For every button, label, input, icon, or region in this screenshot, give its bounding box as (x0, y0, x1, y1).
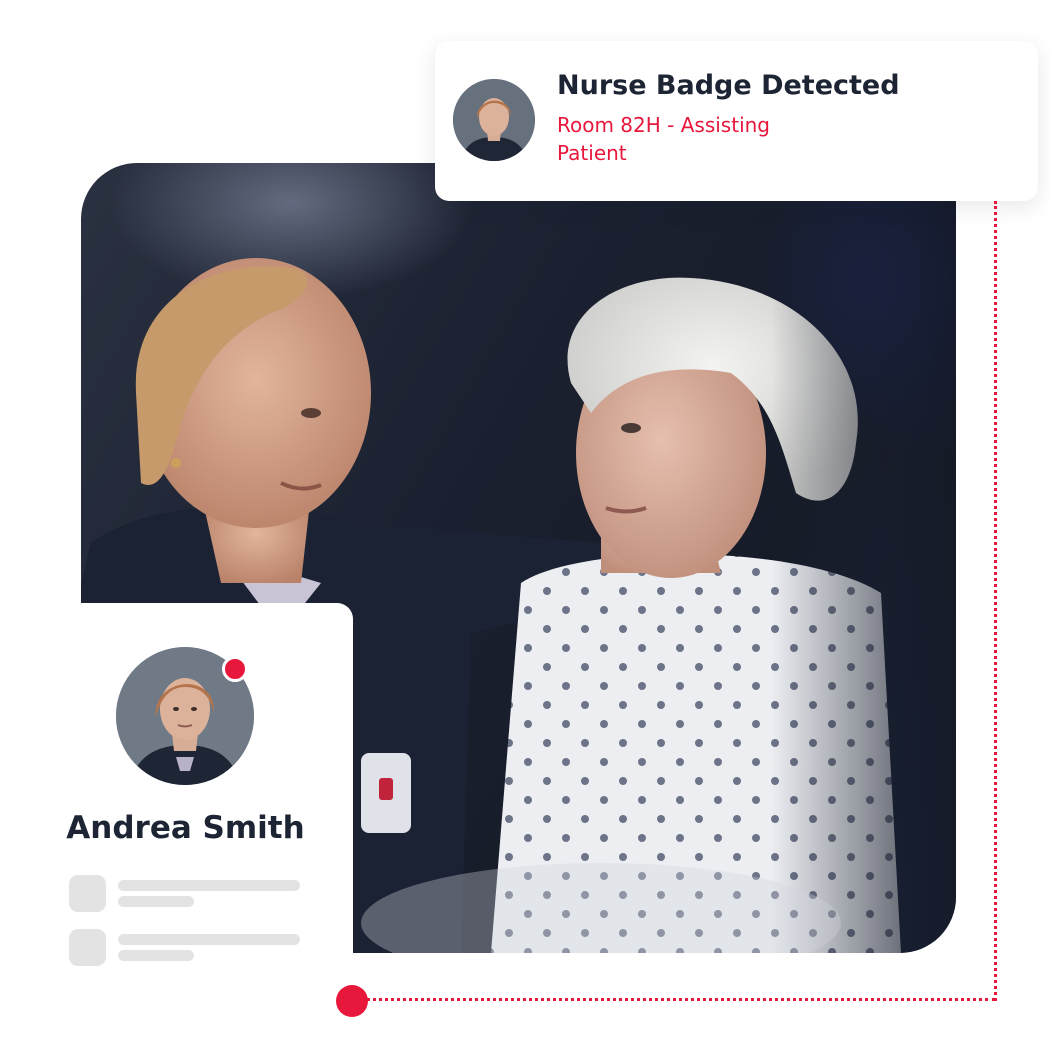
notification-subtitle: Room 82H - Assisting Patient (557, 113, 770, 165)
connector-line-vertical (994, 201, 997, 1001)
connector-dot (336, 985, 368, 1017)
profile-name: Andrea Smith (66, 810, 305, 846)
placeholder-line (118, 896, 194, 907)
placeholder-icon (69, 875, 106, 912)
connector-line-horizontal (366, 998, 996, 1001)
placeholder-icon (69, 929, 106, 966)
placeholder-line (118, 934, 300, 945)
placeholder-line (118, 950, 194, 961)
placeholder-line (118, 880, 300, 891)
nurse-avatar-small (453, 79, 535, 161)
online-status-dot (222, 656, 248, 682)
avatar-icon (453, 79, 535, 161)
notification-title: Nurse Badge Detected (557, 70, 900, 101)
